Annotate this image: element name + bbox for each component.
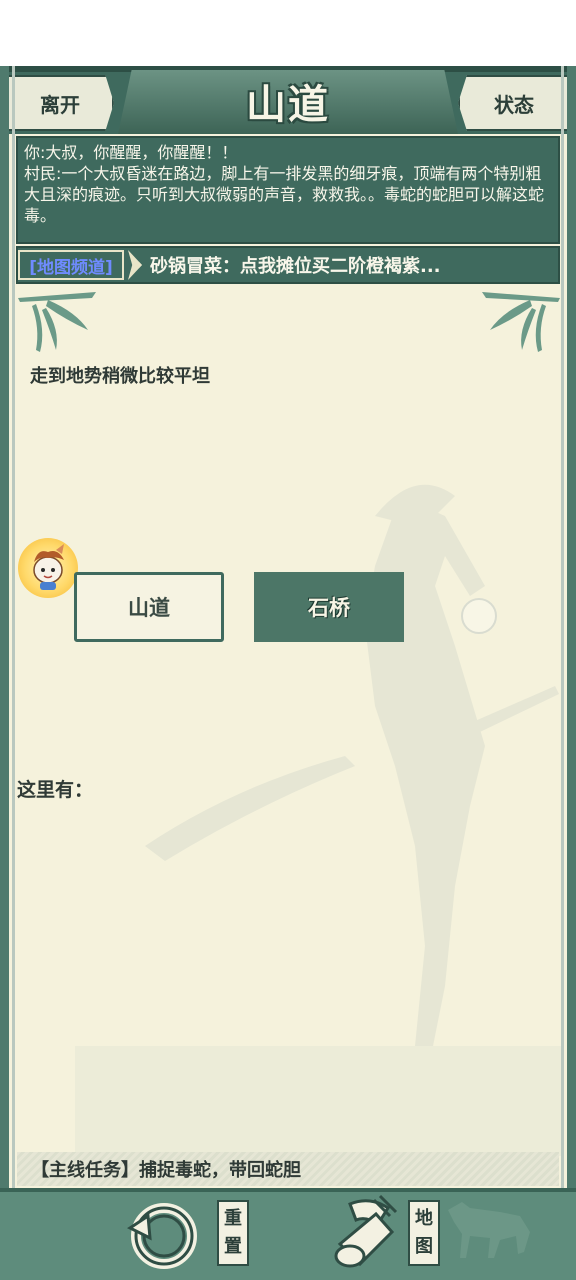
map-channel-tag[interactable]: [地图频道]: [18, 250, 124, 280]
next-location-button[interactable]: 石桥: [254, 572, 404, 642]
status-bar: [0, 0, 576, 66]
avatar-figure: [33, 544, 64, 590]
leave-button[interactable]: 离开: [6, 75, 114, 131]
map-label-char: 地: [415, 1208, 433, 1229]
reset-label-char: 重: [224, 1208, 242, 1229]
map-label-char: 图: [415, 1236, 433, 1257]
inner-right-rail: [561, 66, 564, 1190]
here-label: 这里有：: [17, 779, 94, 801]
swordsman-silhouette: [75, 484, 561, 1156]
bamboo-icon: [482, 292, 560, 352]
bottom-toolbar: [0, 1188, 576, 1280]
scroll-icon: [334, 1194, 398, 1268]
inner-left-rail: [12, 66, 15, 1190]
current-location-button[interactable]: 山道: [74, 572, 224, 642]
reset-label[interactable]: 重 置: [217, 1200, 249, 1266]
left-rail: [0, 66, 9, 1190]
channel-message[interactable]: 砂锅冒菜：点我摊位买二阶橙褐紫...: [150, 250, 550, 280]
right-rail: [567, 66, 576, 1190]
rabbit-avatar-icon[interactable]: [18, 538, 78, 598]
reset-label-char: 置: [224, 1236, 242, 1257]
main-quest-bar[interactable]: 【主线任务】捕捉毒蛇，带回蛇胆: [17, 1152, 559, 1186]
floating-circle-button[interactable]: [461, 598, 497, 634]
message-log: 你:大叔，你醒醒，你醒醒！！ 村民:一个大叔昏迷在路边，脚上有一排发黑的细牙痕，…: [16, 136, 560, 244]
rotate-arrow-icon: [127, 1203, 197, 1269]
message-line: 村民:一个大叔昏迷在路边，脚上有一排发黑的细牙痕，顶端有两个特别粗大且深的痕迹。…: [24, 164, 545, 225]
bamboo-icon: [18, 292, 96, 352]
map-label[interactable]: 地 图: [408, 1200, 440, 1266]
horse-silhouette: [448, 1202, 530, 1258]
status-button[interactable]: 状态: [458, 75, 570, 131]
map-button[interactable]: [330, 1194, 404, 1278]
page-title: 山道: [246, 82, 330, 128]
location-description: 走到地势稍微比较平坦: [30, 366, 210, 387]
reset-button[interactable]: [126, 1198, 200, 1276]
message-line: 你:大叔，你醒醒，你醒醒！！: [24, 143, 238, 162]
scene-area: [15, 286, 561, 1188]
